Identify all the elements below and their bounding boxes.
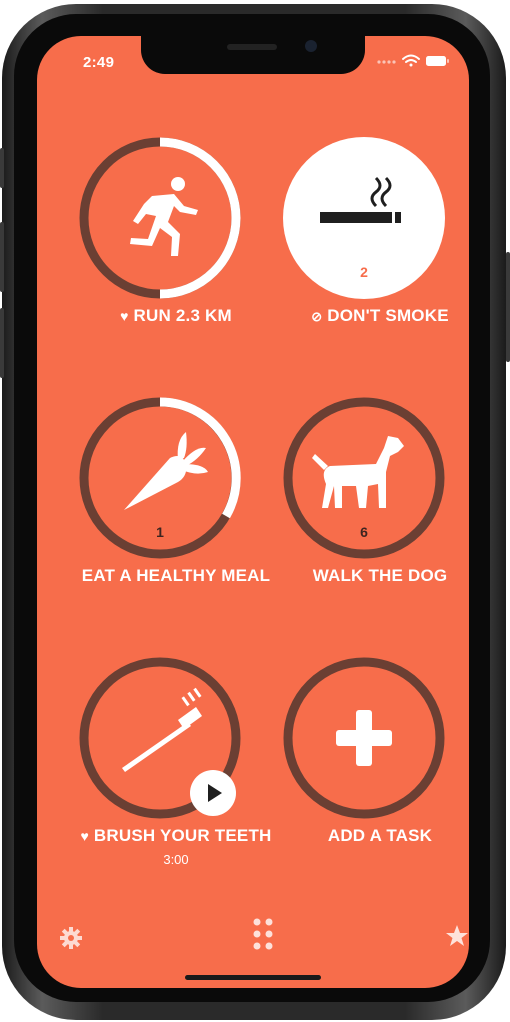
speaker bbox=[227, 44, 277, 50]
star-icon bbox=[446, 925, 468, 946]
settings-button[interactable] bbox=[59, 926, 83, 950]
task-label: WALK THE DOG bbox=[312, 566, 448, 585]
toothbrush-icon bbox=[122, 687, 202, 772]
status-icons bbox=[371, 50, 451, 70]
home-indicator[interactable] bbox=[185, 975, 321, 980]
run-progress-arc bbox=[159, 137, 241, 299]
notch bbox=[141, 36, 365, 74]
plus-icon bbox=[336, 710, 392, 766]
volume-up-button bbox=[0, 222, 4, 292]
power-button bbox=[506, 252, 510, 362]
battery-icon bbox=[426, 56, 449, 66]
task-count: 1 bbox=[156, 524, 164, 540]
menu-button[interactable] bbox=[251, 916, 275, 952]
favorites-button[interactable] bbox=[445, 924, 469, 948]
dog-icon bbox=[312, 436, 404, 508]
runner-icon bbox=[130, 177, 198, 256]
gear-icon bbox=[60, 927, 82, 949]
status-time: 2:49 bbox=[83, 54, 115, 71]
task-label: ADD A TASK bbox=[327, 826, 433, 845]
heart-icon: ♥ bbox=[120, 308, 129, 324]
front-camera bbox=[305, 40, 317, 52]
volume-down-button bbox=[0, 308, 4, 378]
task-count: 2 bbox=[360, 264, 368, 280]
task-label: ⊘ DON'T SMOKE bbox=[311, 306, 449, 325]
wifi-icon bbox=[402, 54, 420, 67]
play-icon bbox=[208, 784, 222, 802]
heart-icon: ♥ bbox=[80, 828, 89, 844]
grid-dots-icon bbox=[253, 918, 273, 950]
signal-icon bbox=[377, 60, 396, 64]
task-count: 6 bbox=[360, 524, 368, 540]
app-screen: 2:49 ♥ RUN 2.3 KM 2 ⊘ DON'T SMOKE 1 EAT … bbox=[37, 36, 469, 988]
play-button[interactable] bbox=[190, 770, 236, 816]
no-entry-icon: ⊘ bbox=[311, 309, 323, 324]
silent-switch bbox=[0, 148, 4, 188]
carrot-icon bbox=[124, 432, 208, 510]
task-duration: 3:00 bbox=[163, 852, 189, 867]
